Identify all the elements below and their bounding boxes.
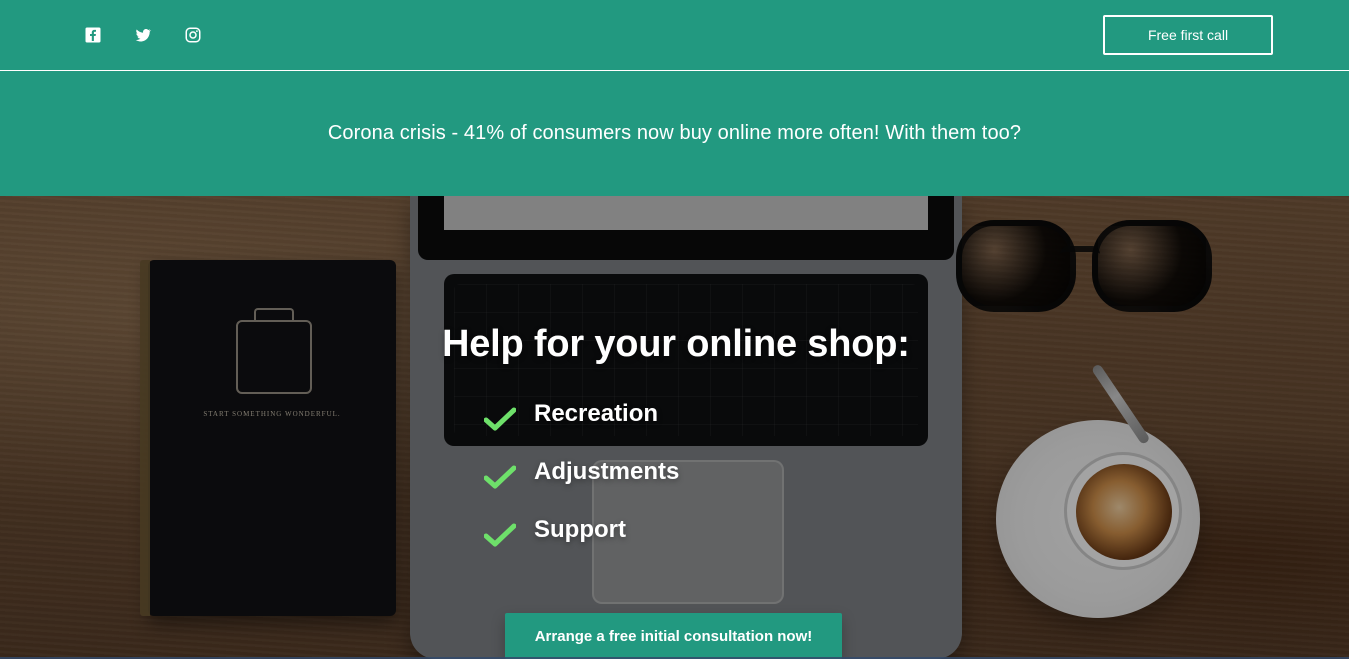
hero-feature-label: Recreation bbox=[534, 400, 659, 427]
check-icon bbox=[484, 465, 516, 489]
check-icon bbox=[484, 407, 516, 431]
instagram-icon[interactable] bbox=[184, 26, 202, 44]
top-bar: Free first call bbox=[0, 0, 1349, 70]
facebook-icon[interactable] bbox=[84, 26, 102, 44]
hero-feature-label: Adjustments bbox=[534, 458, 680, 485]
free-first-call-button[interactable]: Free first call bbox=[1103, 15, 1273, 55]
twitter-icon[interactable] bbox=[134, 26, 152, 44]
arrange-consultation-button[interactable]: Arrange a free initial consultation now! bbox=[505, 613, 842, 659]
hero-title: Help for your online shop: bbox=[442, 323, 910, 365]
banner-text: Corona crisis - 41% of consumers now buy… bbox=[327, 122, 1022, 144]
hero-feature-label: Support bbox=[534, 516, 626, 543]
hero-section: START SOMETHING WONDERFUL. Help for your… bbox=[0, 196, 1349, 659]
hero-overlay bbox=[0, 196, 1349, 659]
check-icon bbox=[484, 523, 516, 547]
announcement-banner: Corona crisis - 41% of consumers now buy… bbox=[0, 71, 1349, 196]
